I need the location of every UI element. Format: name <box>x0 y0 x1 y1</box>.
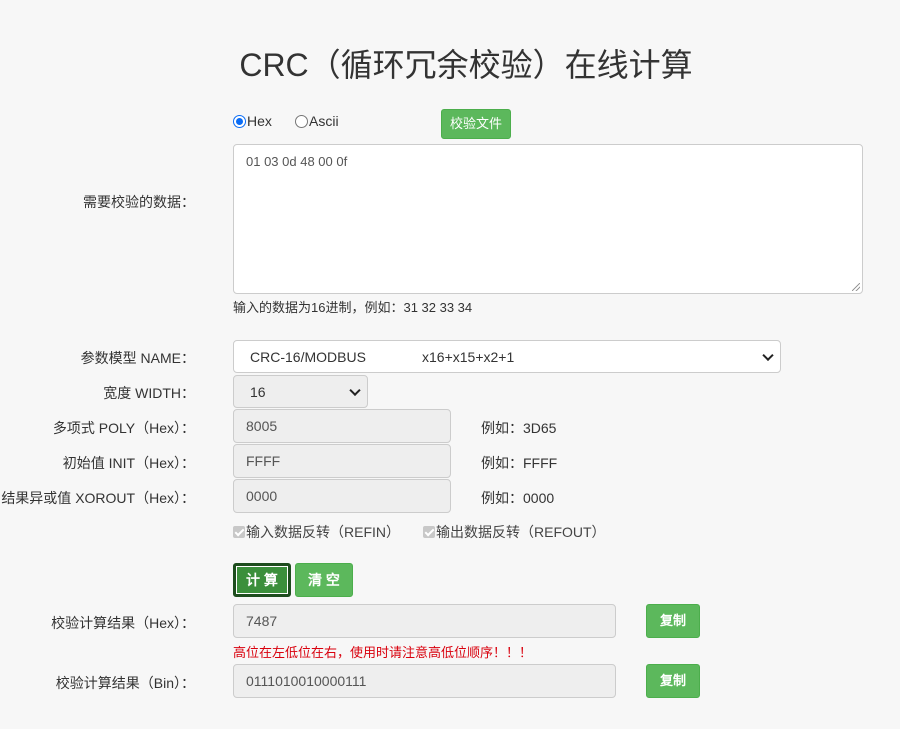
data-hint: 输入的数据为16进制，例如：31 32 33 34 <box>233 300 473 315</box>
xorout-input-value: 0000 <box>246 488 278 504</box>
radio-ascii[interactable]: Ascii <box>295 113 339 129</box>
copy-bin-button[interactable]: 复制 <box>646 664 700 698</box>
copy-hex-button[interactable]: 复制 <box>646 604 700 638</box>
bit-order-warning: 高位在左低位在右，使用时请注意高低位顺序！！！ <box>233 645 533 660</box>
check-file-button[interactable]: 校验文件 <box>441 109 511 139</box>
poly-label: 多项式 POLY（Hex）： <box>52 420 195 436</box>
clear-button[interactable]: 清 空 <box>295 563 353 597</box>
model-select-value: CRC-16/MODBUS <box>250 348 366 365</box>
result-hex-label: 校验计算结果（Hex）： <box>51 615 195 631</box>
chevron-down-icon <box>762 349 774 361</box>
poly-input[interactable]: 8005 <box>233 409 451 443</box>
result-bin-output[interactable]: 0111010010000111 <box>233 664 616 698</box>
radio-hex-control[interactable] <box>233 114 246 128</box>
result-bin-label: 校验计算结果（Bin）： <box>55 675 195 691</box>
width-label: 宽度 WIDTH： <box>103 385 195 401</box>
page-title: CRC（循环冗余校验）在线计算 <box>239 47 693 83</box>
refout-label: 输出数据反转（REFOUT） <box>436 524 606 540</box>
model-label: 参数模型 NAME： <box>80 350 195 366</box>
init-example: 例如：FFFF <box>481 455 558 471</box>
data-label: 需要校验的数据： <box>83 194 195 210</box>
poly-input-value: 8005 <box>246 418 278 434</box>
refout-checkbox[interactable]: 输出数据反转（REFOUT） <box>423 522 606 542</box>
data-textarea-value: 01 03 0d 48 00 0f <box>246 154 348 169</box>
width-select-value: 16 <box>250 383 266 400</box>
result-hex-output[interactable]: 7487 <box>233 604 616 638</box>
refin-checkbox[interactable]: 输入数据反转（REFIN） <box>233 522 400 542</box>
model-select-poly: x16+x15+x2+1 <box>422 348 515 365</box>
result-bin-value: 0111010010000111 <box>246 673 367 689</box>
radio-ascii-label: Ascii <box>309 113 339 129</box>
refin-label: 输入数据反转（REFIN） <box>246 524 400 540</box>
refin-checkbox-control[interactable] <box>233 526 245 538</box>
xorout-input[interactable]: 0000 <box>233 479 451 513</box>
result-hex-value: 7487 <box>246 613 278 629</box>
xorout-label: 结果异或值 XOROUT（Hex）： <box>1 490 195 506</box>
init-input-value: FFFF <box>246 453 281 469</box>
data-textarea[interactable]: 01 03 0d 48 00 0f <box>233 144 863 294</box>
resize-grip-icon[interactable] <box>852 283 860 291</box>
radio-hex-label: Hex <box>247 113 272 129</box>
model-select[interactable]: CRC-16/MODBUS x16+x15+x2+1 <box>233 340 781 373</box>
poly-example: 例如：3D65 <box>481 420 557 436</box>
refout-checkbox-control[interactable] <box>423 526 435 538</box>
calculate-button[interactable]: 计 算 <box>233 563 291 597</box>
radio-hex[interactable]: Hex <box>233 113 272 129</box>
xorout-example: 例如：0000 <box>481 490 555 506</box>
radio-ascii-control[interactable] <box>295 114 308 128</box>
init-input[interactable]: FFFF <box>233 444 451 478</box>
init-label: 初始值 INIT（Hex）： <box>62 455 195 471</box>
chevron-down-icon <box>349 384 361 396</box>
width-select[interactable]: 16 <box>233 375 368 408</box>
